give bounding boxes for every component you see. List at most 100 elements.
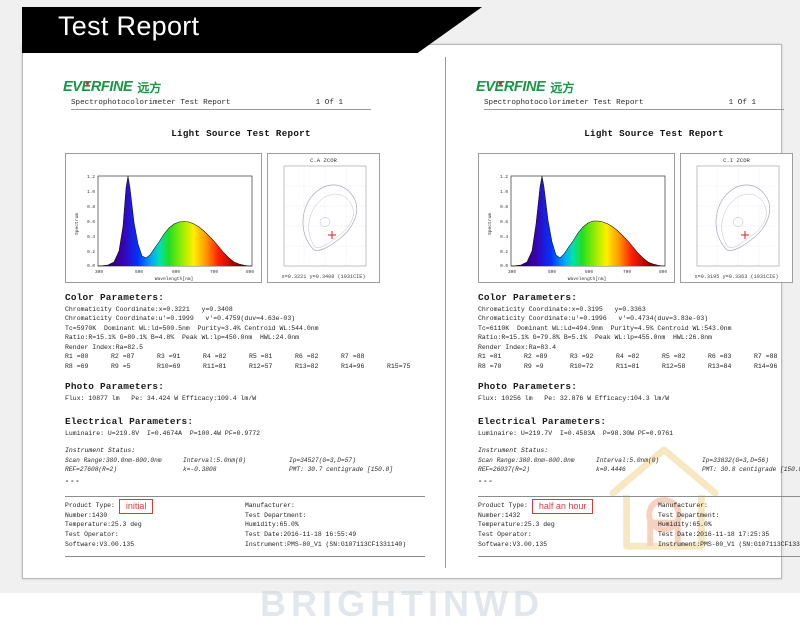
brand-name: EVERFINE	[476, 78, 546, 95]
cri-value: R10=69	[157, 362, 181, 370]
product-info-right-column: Manufacturer: Test Department: Humidity:…	[245, 501, 425, 549]
document-title: Light Source Test Report	[584, 128, 724, 139]
svg-text:0.4: 0.4	[500, 235, 508, 240]
test-date: Test Date:2016-11-18 16:55:49	[245, 531, 357, 539]
chromaticity-diagram: C.I ZCOR x=0.3195 y=0.3363 (1931CIE)	[680, 153, 793, 283]
subheader-title: Spectrophotocolorimeter Test Report	[71, 99, 231, 107]
cri-value: R4 =82	[203, 353, 227, 361]
cri-value: R13=84	[708, 362, 732, 370]
cct-dominant-line: Tc=5970K Dominant WL:ld=500.5nm Purity=3…	[65, 324, 319, 332]
svg-text:0.4: 0.4	[87, 235, 95, 240]
page-background: Test Report BRIGHTINWD EVERFINE 远方 Spect…	[0, 0, 800, 624]
svg-text:1.0: 1.0	[500, 190, 508, 195]
svg-text:0.6: 0.6	[87, 220, 95, 225]
page-indicator: 1 Of 1	[728, 99, 756, 107]
manufacturer: Manufacturer:	[658, 502, 708, 510]
color-parameters-heading: Color Parameters:	[478, 292, 578, 303]
cie-caption: C.I ZCOR	[723, 157, 750, 164]
product-test-operator: Test Operator:	[65, 531, 119, 539]
cri-value: R1 =80	[65, 353, 89, 361]
cri-value: R12=57	[249, 362, 273, 370]
cri-value: R9 =5	[111, 362, 131, 370]
product-info-table: Product Type: initial Number:1430 Temper…	[65, 496, 425, 558]
product-info-left-column: Product Type: initial Number:1430 Temper…	[65, 498, 245, 549]
cri-value: R14=96	[341, 362, 365, 370]
cri-value: R3 =91	[157, 353, 181, 361]
cri-value: R8 =70	[478, 362, 502, 370]
page-indicator: 1 Of 1	[315, 99, 343, 107]
spectrum-chart: 1.2 1.0 0.8 0.6 0.4 0.2 0.0 300 500 600 700 8…	[65, 153, 262, 283]
render-index-line: Render Index:Ra=83.4	[478, 343, 557, 351]
status-cell: PMT: 30.8 centigrade [150.0]	[702, 466, 800, 474]
svg-text:800: 800	[246, 270, 254, 275]
cri-row-1: R1 =81 R2 =89 R3 =92 R4 =82 R5 =82 R6 =8…	[478, 352, 800, 362]
chromaticity-uv-line: Chromaticity Coordinate:u'=0.1999 v'=0.4…	[65, 315, 296, 323]
svg-text:0.8: 0.8	[87, 205, 95, 210]
cie-footer: x=0.3221 y=0.3408 (1931CIE)	[281, 274, 366, 280]
svg-text:0.6: 0.6	[500, 220, 508, 225]
cri-value: R11=81	[616, 362, 640, 370]
report-subheader: Spectrophotocolorimeter Test Report 1 Of…	[484, 99, 784, 110]
electrical-parameters-section: Electrical Parameters: Luminaire: U=219.…	[65, 416, 433, 438]
cri-value: R5 =81	[249, 353, 273, 361]
product-info-right-column: Manufacturer: Test Department: Humidity:…	[658, 501, 800, 549]
instrument-status-grid: Scan Range:380.0nm-800.0nm Interval:5.0n…	[478, 456, 800, 474]
brand-name: EVERFINE	[63, 78, 133, 95]
svg-text:300: 300	[508, 270, 516, 275]
product-info-left-column: Product Type: half an hour Number:1432 T…	[478, 498, 658, 549]
electrical-line: Luminaire: U=219.8V I=0.4674A P=100.4W P…	[65, 430, 261, 438]
brand-logo: EVERFINE 远方	[476, 77, 800, 94]
watermark-text: BRIGHTINWD	[260, 583, 544, 624]
photo-parameters-section: Photo Parameters: Flux: 10256 lm Pe: 32.…	[478, 381, 800, 403]
cie-caption: C.A ZCOR	[310, 157, 337, 164]
cri-value: R8 =69	[65, 362, 89, 370]
product-type-value: initial	[118, 498, 154, 514]
product-type-value: half an hour	[531, 498, 594, 514]
report-sheet: BRIGHTINWD EVERFINE 远方 Spectrophotocolor…	[22, 44, 800, 624]
test-department: Test Department:	[658, 511, 720, 519]
chromaticity-uv-line: Chromaticity Coordinate:u'=0.1996 v'=0.4…	[478, 315, 709, 323]
status-cell: Scan Range:380.0nm-800.0nm	[65, 456, 162, 464]
cri-value: R3 =92	[570, 353, 594, 361]
product-temperature: Temperature:25.3 deg	[65, 521, 142, 529]
cct-dominant-line: Tc=6110K Dominant WL:Ld=494.9nm Purity=4…	[478, 324, 732, 332]
status-cell: Interval:5.0nm(0)	[183, 456, 247, 464]
electrical-line: Luminaire: U=219.7V I=0.4583A P=98.30W P…	[478, 430, 674, 438]
x-axis-label: Wavelength[nm]	[568, 276, 607, 282]
cri-value: R13=82	[295, 362, 319, 370]
photo-parameters-heading: Photo Parameters:	[65, 380, 165, 392]
render-index-line: Render Index:Ra=82.5	[65, 343, 144, 351]
charts-row: 1.2 1.0 0.8 0.6 0.4 0.2 0.0 300 500 600 700 8…	[478, 153, 800, 283]
svg-text:500: 500	[548, 270, 556, 275]
brand-name-cn: 远方	[137, 81, 162, 95]
color-parameters-section: Color Parameters: Chromaticity Coordinat…	[65, 292, 433, 372]
status-cell: Ip=34527(G=3,D=57)	[289, 456, 356, 464]
reports-container: EVERFINE 远方 Spectrophotocolorimeter Test…	[33, 57, 800, 568]
status-cell: PMT: 30.7 centigrade [150.0]	[289, 466, 393, 474]
product-test-operator: Test Operator:	[478, 531, 532, 539]
page-title: Test Report	[58, 11, 200, 41]
instrument-status-heading: Instrument Status:	[478, 447, 549, 455]
ratio-peak-line: Ratio:R=15.1% G=79.8% B=5.1% Peak WL:lp=…	[478, 334, 713, 342]
svg-text:0.0: 0.0	[87, 264, 95, 269]
manufacturer: Manufacturer:	[245, 502, 295, 510]
report-subheader: Spectrophotocolorimeter Test Report 1 Of…	[71, 99, 371, 110]
svg-text:500: 500	[135, 270, 143, 275]
cri-value: R11=81	[203, 362, 227, 370]
status-cell: k=0.4446	[596, 466, 626, 474]
cri-value: R1 =81	[478, 353, 502, 361]
instrument-status-section: Instrument Status: Scan Range:380.0nm-80…	[478, 446, 800, 486]
cri-value: R7 =88	[754, 353, 778, 361]
cri-value: R6 =83	[708, 353, 732, 361]
cri-value: R7 =88	[341, 353, 365, 361]
report-left: EVERFINE 远方 Spectrophotocolorimeter Test…	[33, 57, 446, 568]
brand-name-cn: 远方	[550, 81, 575, 95]
test-date: Test Date:2016-11-18 17:25:35	[658, 531, 770, 539]
status-separator: ---	[65, 478, 81, 487]
instrument-status-grid: Scan Range:380.0nm-800.0nm Interval:5.0n…	[65, 456, 433, 474]
electrical-parameters-section: Electrical Parameters: Luminaire: U=219.…	[478, 416, 800, 438]
subheader-title: Spectrophotocolorimeter Test Report	[484, 99, 644, 107]
cie-plot	[283, 165, 367, 267]
cri-value: R9 =9	[524, 362, 544, 370]
electrical-parameters-heading: Electrical Parameters:	[65, 416, 194, 428]
